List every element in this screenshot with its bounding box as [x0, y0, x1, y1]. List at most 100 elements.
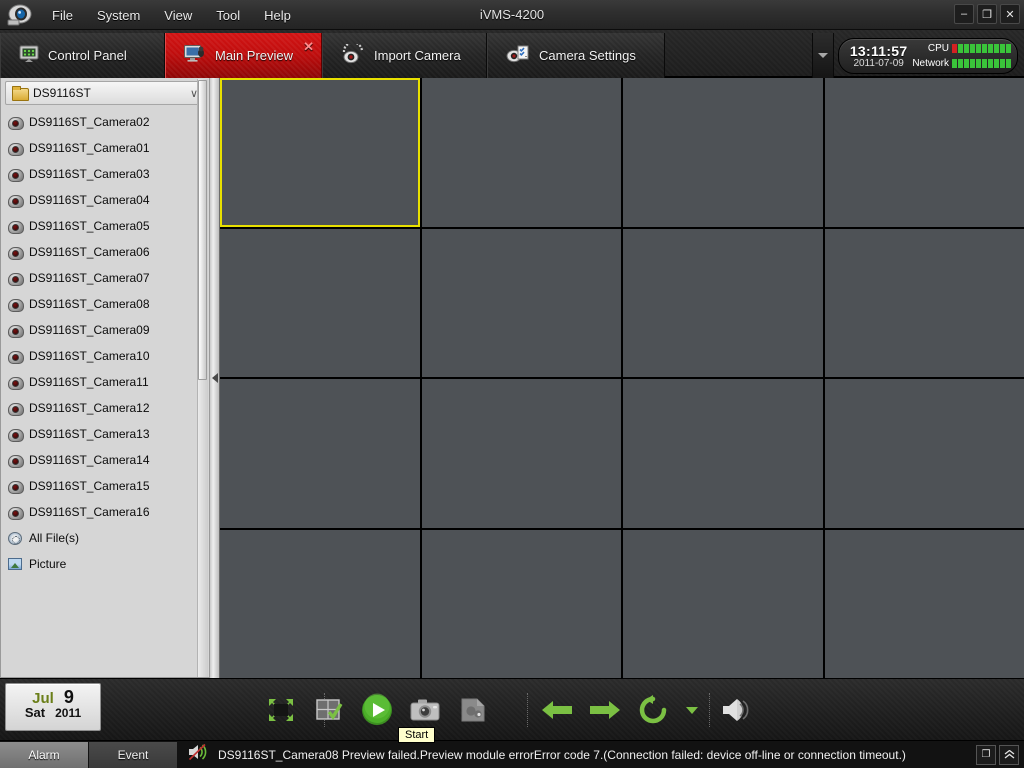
sidebar-item-label: All File(s): [29, 531, 79, 545]
camera-icon: [8, 246, 24, 260]
tab-close-icon[interactable]: ✕: [303, 39, 314, 55]
video-cell[interactable]: [824, 379, 1024, 528]
status-tab-event[interactable]: Event: [89, 741, 177, 768]
maximize-button[interactable]: ❐: [977, 4, 997, 24]
picture-icon: [8, 558, 22, 570]
sidebar-camera-label: DS9116ST_Camera11: [29, 375, 149, 389]
sidebar-camera-item[interactable]: DS9116ST_Camera07: [1, 265, 209, 291]
camera-icon: [8, 142, 24, 156]
sidebar-camera-item[interactable]: DS9116ST_Camera15: [1, 473, 209, 499]
camera-icon: [8, 324, 24, 338]
video-cell[interactable]: [824, 228, 1024, 377]
sidebar-misc-list: All File(s) Picture: [1, 525, 209, 577]
sidebar-scrollbar-thumb[interactable]: [198, 80, 207, 380]
sidebar-camera-item[interactable]: DS9116ST_Camera11: [1, 369, 209, 395]
sidebar-camera-item[interactable]: DS9116ST_Camera06: [1, 239, 209, 265]
previous-button[interactable]: [540, 693, 574, 727]
video-cell[interactable]: [623, 228, 823, 377]
layout-button[interactable]: [312, 693, 346, 727]
chevron-down-icon: [686, 707, 698, 714]
network-meter: Network: [912, 57, 1011, 70]
video-cell[interactable]: [421, 228, 621, 377]
loop-dropdown-button[interactable]: [684, 693, 700, 727]
video-cell[interactable]: [220, 78, 420, 227]
sidebar-camera-item[interactable]: DS9116ST_Camera12: [1, 395, 209, 421]
calendar-date-widget[interactable]: Jul 9 Sat 2011: [5, 683, 101, 731]
cpu-label: CPU: [927, 43, 949, 54]
camera-icon: [8, 220, 24, 234]
capture-button[interactable]: [408, 693, 442, 727]
video-cell[interactable]: [220, 228, 420, 377]
clock-time: 13:11:57: [849, 43, 908, 59]
video-cell[interactable]: [824, 78, 1024, 227]
sidebar-splitter[interactable]: [210, 78, 220, 678]
sidebar-scrollbar[interactable]: [197, 79, 208, 677]
loop-button[interactable]: [636, 693, 670, 727]
title-bar: File System View Tool Help iVMS-4200 – ❐…: [0, 0, 1024, 30]
sidebar-camera-item[interactable]: DS9116ST_Camera16: [1, 499, 209, 525]
sidebar-camera-item[interactable]: DS9116ST_Camera04: [1, 187, 209, 213]
video-cell[interactable]: [421, 78, 621, 227]
sidebar-camera-item[interactable]: DS9116ST_Camera02: [1, 109, 209, 135]
window-controls: – ❐ ✕: [954, 4, 1020, 24]
video-cell[interactable]: [220, 529, 420, 678]
minimize-button[interactable]: –: [954, 4, 974, 24]
restore-panel-button[interactable]: ❐: [976, 744, 996, 765]
sidebar-camera-label: DS9116ST_Camera02: [29, 115, 150, 129]
sidebar-camera-item[interactable]: DS9116ST_Camera03: [1, 161, 209, 187]
video-cell[interactable]: [220, 379, 420, 528]
video-cell[interactable]: [421, 379, 621, 528]
menu-tool[interactable]: Tool: [204, 5, 252, 26]
record-button[interactable]: [456, 693, 490, 727]
monitor-icon: [184, 44, 206, 67]
sidebar-camera-label: DS9116ST_Camera07: [29, 271, 150, 285]
sidebar-item-picture[interactable]: Picture: [1, 551, 209, 577]
sidebar-camera-item[interactable]: DS9116ST_Camera05: [1, 213, 209, 239]
video-cell[interactable]: [623, 379, 823, 528]
tab-overflow-dropdown[interactable]: [812, 33, 834, 78]
folder-icon: [12, 86, 29, 101]
sidebar-camera-item[interactable]: DS9116ST_Camera09: [1, 317, 209, 343]
bottom-toolbar: Jul 9 Sat 2011: [0, 678, 1024, 740]
video-cell[interactable]: [623, 78, 823, 227]
speaker-muted-icon[interactable]: [188, 743, 210, 766]
sidebar-camera-label: DS9116ST_Camera14: [29, 453, 150, 467]
camera-sidebar: DS9116ST ∨ DS9116ST_Camera02 DS9116ST_Cam…: [0, 78, 210, 678]
tab-camera-settings[interactable]: Camera Settings: [487, 33, 665, 78]
camera-icon: [8, 480, 24, 494]
control-panel-icon: [19, 45, 39, 66]
video-cell[interactable]: [421, 529, 621, 678]
status-tab-alarm[interactable]: Alarm: [0, 741, 88, 768]
sidebar-group-header[interactable]: DS9116ST ∨: [5, 81, 205, 105]
sidebar-item-all-files[interactable]: All File(s): [1, 525, 209, 551]
volume-button[interactable]: [720, 693, 754, 727]
sidebar-camera-label: DS9116ST_Camera12: [29, 401, 150, 415]
sidebar-camera-item[interactable]: DS9116ST_Camera10: [1, 343, 209, 369]
menu-file[interactable]: File: [40, 5, 85, 26]
sidebar-camera-item[interactable]: DS9116ST_Camera13: [1, 421, 209, 447]
sidebar-camera-label: DS9116ST_Camera05: [29, 219, 150, 233]
toolbar-divider: [709, 693, 710, 727]
next-button[interactable]: [588, 693, 622, 727]
tab-import-camera[interactable]: Import Camera: [322, 33, 487, 78]
camera-settings-icon: [506, 44, 530, 67]
camera-icon: [8, 116, 24, 130]
tab-control-panel[interactable]: Control Panel: [0, 33, 165, 78]
collapse-panel-button[interactable]: [999, 744, 1019, 765]
sidebar-camera-item[interactable]: DS9116ST_Camera01: [1, 135, 209, 161]
close-button[interactable]: ✕: [1000, 4, 1020, 24]
full-screen-button[interactable]: [264, 693, 298, 727]
menu-view[interactable]: View: [152, 5, 204, 26]
tab-main-preview[interactable]: Main Preview ✕: [165, 33, 322, 78]
app-logo-icon: [6, 2, 34, 28]
start-button[interactable]: [360, 693, 394, 727]
camera-icon: [8, 428, 24, 442]
menu-system[interactable]: System: [85, 5, 152, 26]
sidebar-camera-item[interactable]: DS9116ST_Camera14: [1, 447, 209, 473]
tab-label: Control Panel: [48, 48, 127, 63]
video-cell[interactable]: [824, 529, 1024, 678]
sidebar-camera-item[interactable]: DS9116ST_Camera08: [1, 291, 209, 317]
tab-label: Main Preview: [215, 48, 294, 63]
video-cell[interactable]: [623, 529, 823, 678]
menu-help[interactable]: Help: [252, 5, 303, 26]
